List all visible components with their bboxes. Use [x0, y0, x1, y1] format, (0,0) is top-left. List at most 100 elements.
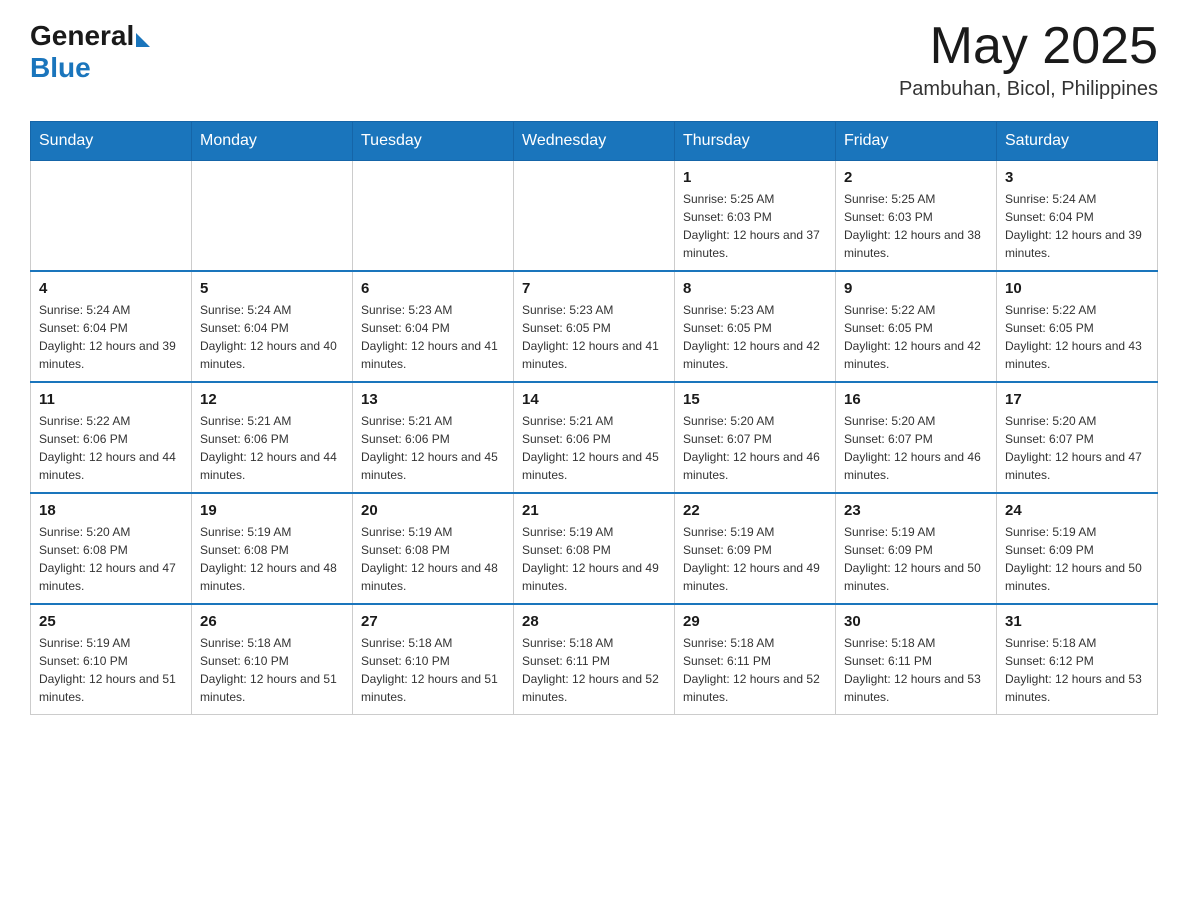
day-number: 11: [39, 391, 183, 408]
day-number: 30: [844, 613, 988, 630]
col-saturday: Saturday: [997, 122, 1158, 161]
table-row: 7 Sunrise: 5:23 AMSunset: 6:05 PMDaylight…: [514, 271, 675, 382]
day-info: Sunrise: 5:24 AMSunset: 6:04 PMDaylight:…: [1005, 190, 1149, 262]
day-info: Sunrise: 5:21 AMSunset: 6:06 PMDaylight:…: [200, 412, 344, 484]
day-number: 28: [522, 613, 666, 630]
calendar-week-row: 25 Sunrise: 5:19 AMSunset: 6:10 PMDayligh…: [31, 604, 1158, 715]
table-row: 12 Sunrise: 5:21 AMSunset: 6:06 PMDayligh…: [192, 382, 353, 493]
table-row: 26Sunrise: 5:18 AMSunset: 6:10 PMDayligh…: [192, 604, 353, 715]
logo-blue: Blue: [30, 52, 150, 84]
day-number: 13: [361, 391, 505, 408]
day-info: Sunrise: 5:18 AMSunset: 6:11 PMDaylight:…: [683, 634, 827, 706]
day-info: Sunrise: 5:19 AMSunset: 6:09 PMDaylight:…: [844, 523, 988, 595]
day-info: Sunrise: 5:24 AMSunset: 6:04 PMDaylight:…: [200, 301, 344, 373]
day-info: Sunrise: 5:23 AMSunset: 6:05 PMDaylight:…: [522, 301, 666, 373]
day-info: Sunrise: 5:20 AMSunset: 6:08 PMDaylight:…: [39, 523, 183, 595]
day-info: Sunrise: 5:24 AMSunset: 6:04 PMDaylight:…: [39, 301, 183, 373]
day-number: 31: [1005, 613, 1149, 630]
table-row: 28 Sunrise: 5:18 AMSunset: 6:11 PMDayligh…: [514, 604, 675, 715]
day-info: Sunrise: 5:19 AMSunset: 6:08 PMDaylight:…: [361, 523, 505, 595]
table-row: [31, 161, 192, 272]
day-info: Sunrise: 5:19 AMSunset: 6:09 PMDaylight:…: [683, 523, 827, 595]
col-tuesday: Tuesday: [353, 122, 514, 161]
day-info: Sunrise: 5:19 AMSunset: 6:08 PMDaylight:…: [200, 523, 344, 595]
table-row: 25 Sunrise: 5:19 AMSunset: 6:10 PMDayligh…: [31, 604, 192, 715]
day-info: Sunrise: 5:20 AMSunset: 6:07 PMDaylight:…: [844, 412, 988, 484]
table-row: 15 Sunrise: 5:20 AMSunset: 6:07 PMDayligh…: [675, 382, 836, 493]
table-row: 13 Sunrise: 5:21 AMSunset: 6:06 PMDayligh…: [353, 382, 514, 493]
day-number: 23: [844, 502, 988, 519]
day-info: Sunrise: 5:25 AMSunset: 6:03 PMDaylight:…: [844, 190, 988, 262]
day-info: Sunrise: 5:18 AMSunset: 6:12 PMDaylight:…: [1005, 634, 1149, 706]
col-friday: Friday: [836, 122, 997, 161]
table-row: 14 Sunrise: 5:21 AMSunset: 6:06 PMDayligh…: [514, 382, 675, 493]
day-info: Sunrise: 5:22 AMSunset: 6:05 PMDaylight:…: [844, 301, 988, 373]
table-row: [353, 161, 514, 272]
col-monday: Monday: [192, 122, 353, 161]
day-number: 17: [1005, 391, 1149, 408]
day-number: 27: [361, 613, 505, 630]
table-row: 31 Sunrise: 5:18 AMSunset: 6:12 PMDayligh…: [997, 604, 1158, 715]
table-row: 21Sunrise: 5:19 AMSunset: 6:08 PMDayligh…: [514, 493, 675, 604]
calendar-week-row: 18 Sunrise: 5:20 AMSunset: 6:08 PMDayligh…: [31, 493, 1158, 604]
day-info: Sunrise: 5:22 AMSunset: 6:05 PMDaylight:…: [1005, 301, 1149, 373]
day-number: 12: [200, 391, 344, 408]
table-row: 10 Sunrise: 5:22 AMSunset: 6:05 PMDayligh…: [997, 271, 1158, 382]
calendar-header-row: Sunday Monday Tuesday Wednesday Thursday…: [31, 122, 1158, 161]
table-row: [514, 161, 675, 272]
day-number: 15: [683, 391, 827, 408]
day-info: Sunrise: 5:18 AMSunset: 6:10 PMDaylight:…: [200, 634, 344, 706]
day-number: 7: [522, 280, 666, 297]
day-info: Sunrise: 5:19 AMSunset: 6:09 PMDaylight:…: [1005, 523, 1149, 595]
table-row: 9Sunrise: 5:22 AMSunset: 6:05 PMDaylight…: [836, 271, 997, 382]
table-row: 3 Sunrise: 5:24 AMSunset: 6:04 PMDaylight…: [997, 161, 1158, 272]
table-row: 22Sunrise: 5:19 AMSunset: 6:09 PMDayligh…: [675, 493, 836, 604]
table-row: 20 Sunrise: 5:19 AMSunset: 6:08 PMDayligh…: [353, 493, 514, 604]
day-number: 5: [200, 280, 344, 297]
col-sunday: Sunday: [31, 122, 192, 161]
day-info: Sunrise: 5:21 AMSunset: 6:06 PMDaylight:…: [522, 412, 666, 484]
day-info: Sunrise: 5:18 AMSunset: 6:11 PMDaylight:…: [522, 634, 666, 706]
table-row: 8Sunrise: 5:23 AMSunset: 6:05 PMDaylight…: [675, 271, 836, 382]
table-row: 5 Sunrise: 5:24 AMSunset: 6:04 PMDaylight…: [192, 271, 353, 382]
table-row: 6 Sunrise: 5:23 AMSunset: 6:04 PMDaylight…: [353, 271, 514, 382]
day-info: Sunrise: 5:18 AMSunset: 6:11 PMDaylight:…: [844, 634, 988, 706]
calendar-week-row: 1 Sunrise: 5:25 AMSunset: 6:03 PMDaylight…: [31, 161, 1158, 272]
table-row: 1 Sunrise: 5:25 AMSunset: 6:03 PMDaylight…: [675, 161, 836, 272]
day-number: 18: [39, 502, 183, 519]
day-info: Sunrise: 5:19 AMSunset: 6:10 PMDaylight:…: [39, 634, 183, 706]
location-subtitle: Pambuhan, Bicol, Philippines: [899, 78, 1158, 101]
day-info: Sunrise: 5:20 AMSunset: 6:07 PMDaylight:…: [683, 412, 827, 484]
day-info: Sunrise: 5:19 AMSunset: 6:08 PMDaylight:…: [522, 523, 666, 595]
day-number: 3: [1005, 169, 1149, 186]
logo-general: General: [30, 20, 134, 52]
month-year-title: May 2025: [899, 20, 1158, 72]
day-number: 10: [1005, 280, 1149, 297]
day-info: Sunrise: 5:18 AMSunset: 6:10 PMDaylight:…: [361, 634, 505, 706]
day-info: Sunrise: 5:23 AMSunset: 6:05 PMDaylight:…: [683, 301, 827, 373]
logo-arrow-icon: [136, 33, 150, 47]
day-number: 2: [844, 169, 988, 186]
day-info: Sunrise: 5:25 AMSunset: 6:03 PMDaylight:…: [683, 190, 827, 262]
calendar-table: Sunday Monday Tuesday Wednesday Thursday…: [30, 121, 1158, 715]
table-row: 17Sunrise: 5:20 AMSunset: 6:07 PMDayligh…: [997, 382, 1158, 493]
day-info: Sunrise: 5:23 AMSunset: 6:04 PMDaylight:…: [361, 301, 505, 373]
table-row: [192, 161, 353, 272]
table-row: 4 Sunrise: 5:24 AMSunset: 6:04 PMDaylight…: [31, 271, 192, 382]
day-number: 6: [361, 280, 505, 297]
table-row: 18 Sunrise: 5:20 AMSunset: 6:08 PMDayligh…: [31, 493, 192, 604]
day-number: 4: [39, 280, 183, 297]
day-number: 25: [39, 613, 183, 630]
day-number: 20: [361, 502, 505, 519]
day-info: Sunrise: 5:21 AMSunset: 6:06 PMDaylight:…: [361, 412, 505, 484]
day-number: 24: [1005, 502, 1149, 519]
table-row: 16 Sunrise: 5:20 AMSunset: 6:07 PMDayligh…: [836, 382, 997, 493]
day-number: 1: [683, 169, 827, 186]
col-thursday: Thursday: [675, 122, 836, 161]
day-number: 14: [522, 391, 666, 408]
day-number: 16: [844, 391, 988, 408]
page-header: General Blue May 2025 Pambuhan, Bicol, P…: [30, 20, 1158, 101]
day-number: 29: [683, 613, 827, 630]
logo: General Blue: [30, 20, 150, 84]
calendar-week-row: 11Sunrise: 5:22 AMSunset: 6:06 PMDayligh…: [31, 382, 1158, 493]
